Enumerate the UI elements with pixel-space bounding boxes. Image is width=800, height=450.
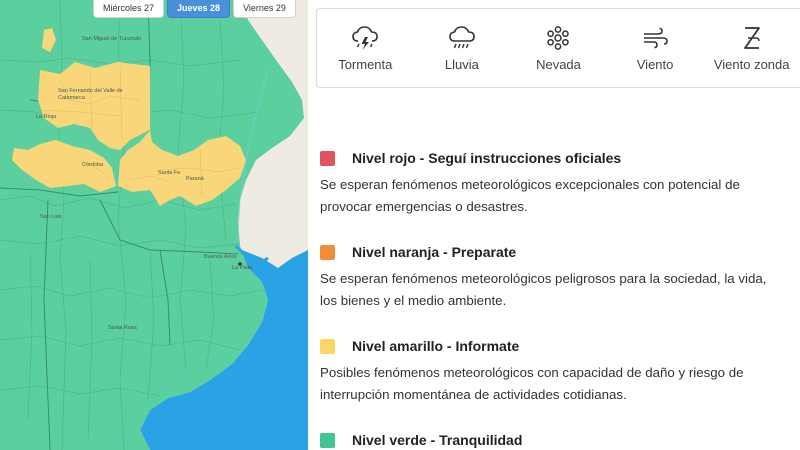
level-amarillo: Nivel amarillo - Informate Posibles fenó… [320,336,780,406]
event-label-nevada: Nevada [536,57,581,72]
alert-map[interactable]: San Miguel de Tucumán San Fernando del V… [0,0,308,450]
level-rojo-title: Nivel rojo - Seguí instrucciones oficial… [352,150,622,166]
level-amarillo-description: Posibles fenómenos meteorológicos con ca… [320,365,744,402]
tab-viernes-29[interactable]: Viernes 29 [233,0,296,18]
map-label-santa-fe: Santa Fe [158,170,181,176]
event-label-viento-zonda: Viento zonda [713,57,790,72]
map-label-cordoba: Córdoba [82,162,104,168]
event-label-viento: Viento [636,57,674,72]
level-rojo: Nivel rojo - Seguí instrucciones oficial… [320,148,780,218]
level-verde: Nivel verde - Tranquilidad [320,430,522,450]
level-naranja-swatch [320,244,335,260]
level-verde-title: Nivel verde - Tranquilidad [352,432,523,448]
level-rojo-description: Se esperan fenómenos meteorológicos exce… [320,177,740,214]
map-label-buenos-aires: Buenos Aires [204,254,237,260]
map-label-parana: Paraná [186,176,204,182]
map-label-tucuman: San Miguel de Tucumán [82,36,142,42]
level-naranja: Nivel naranja - Preparate Se esperan fen… [320,242,780,312]
level-amarillo-swatch [320,338,335,354]
event-viento-zonda[interactable]: Viento zonda [703,9,800,87]
storm-icon [352,26,379,50]
map-label-san-luis: San Luis [40,214,62,220]
level-verde-swatch [320,432,335,448]
level-naranja-title: Nivel naranja - Preparate [352,244,517,260]
day-tabs: Miércoles 27 Jueves 28 Viernes 29 [93,0,296,18]
map-label-la-plata: La Plata [232,265,253,271]
level-naranja-description: Se esperan fenómenos meteorológicos peli… [320,271,767,308]
zonda-wind-icon [743,27,760,49]
event-lluvia[interactable]: Lluvia [414,9,511,87]
tab-jueves-28[interactable]: Jueves 28 [167,0,231,18]
alert-map-canvas[interactable] [0,0,308,450]
level-rojo-swatch [320,150,335,166]
event-tormenta[interactable]: Tormenta [317,9,414,87]
map-label-santa-rosa: Santa Rosa [108,325,137,331]
map-label-catamarca: San Fernando del Valle de Catamarca [58,88,123,101]
level-amarillo-title: Nivel amarillo - Informate [352,338,520,354]
tab-miercoles-27[interactable]: Miércoles 27 [93,0,165,18]
snowflake-icon [547,26,570,50]
event-viento[interactable]: Viento [607,9,704,87]
wind-icon [644,27,668,49]
event-label-lluvia: Lluvia [444,57,479,72]
event-type-selector: Tormenta Lluvia Nevada Viento Viento zon… [316,8,800,88]
event-nevada[interactable]: Nevada [510,9,607,87]
map-label-la-rioja: La Rioja [36,114,57,120]
rain-icon [449,26,475,49]
event-label-tormenta: Tormenta [338,57,393,72]
